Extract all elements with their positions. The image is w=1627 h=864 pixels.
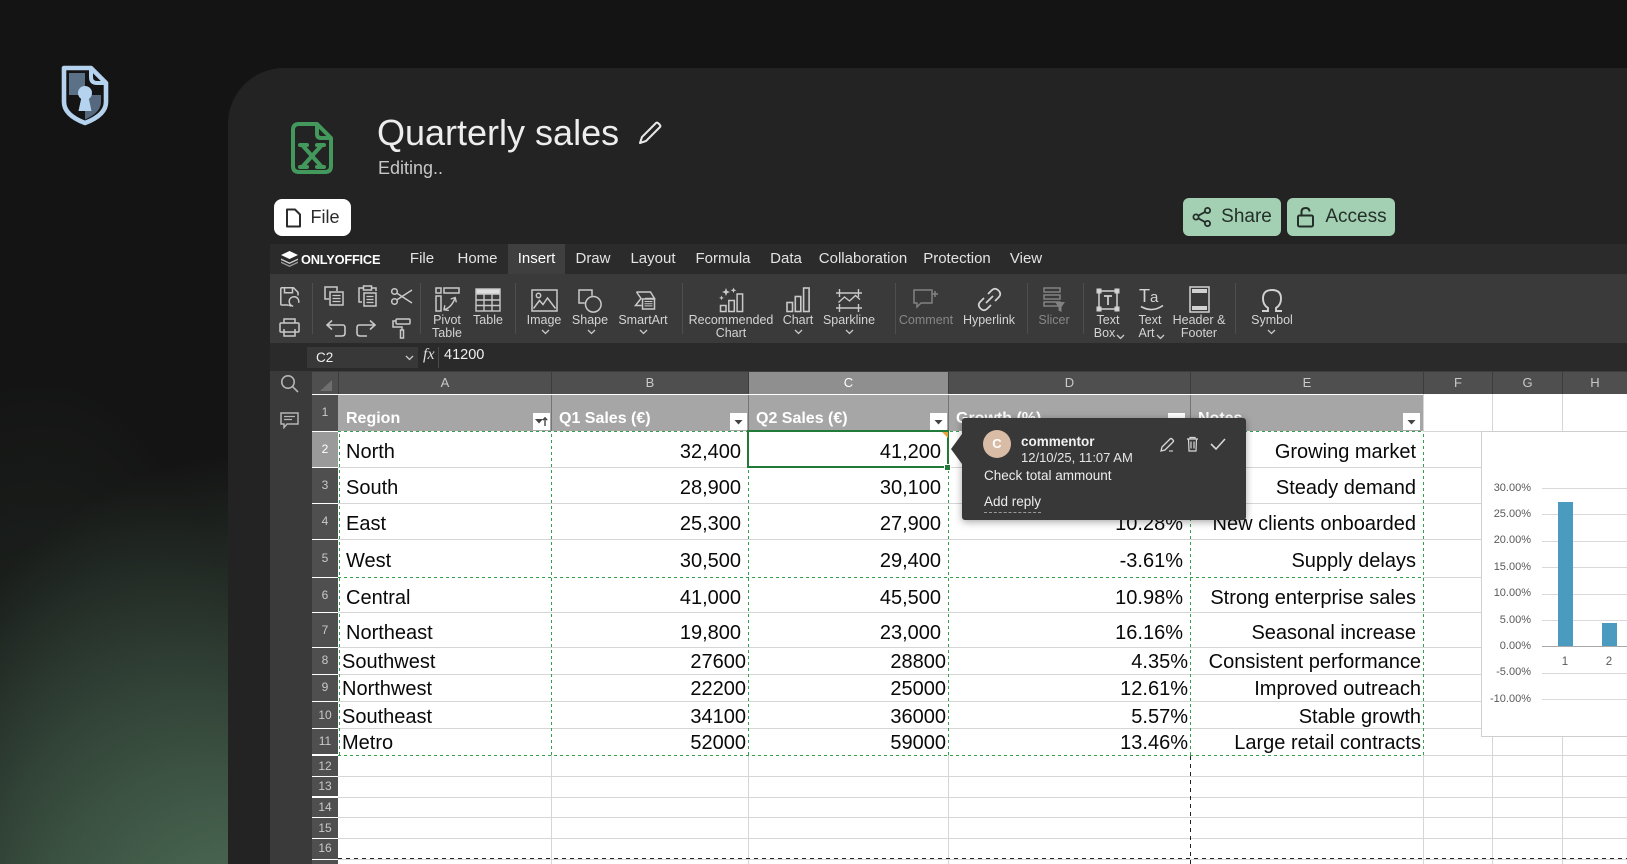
svg-text:a: a xyxy=(1150,289,1159,306)
svg-text:T: T xyxy=(1139,286,1150,306)
